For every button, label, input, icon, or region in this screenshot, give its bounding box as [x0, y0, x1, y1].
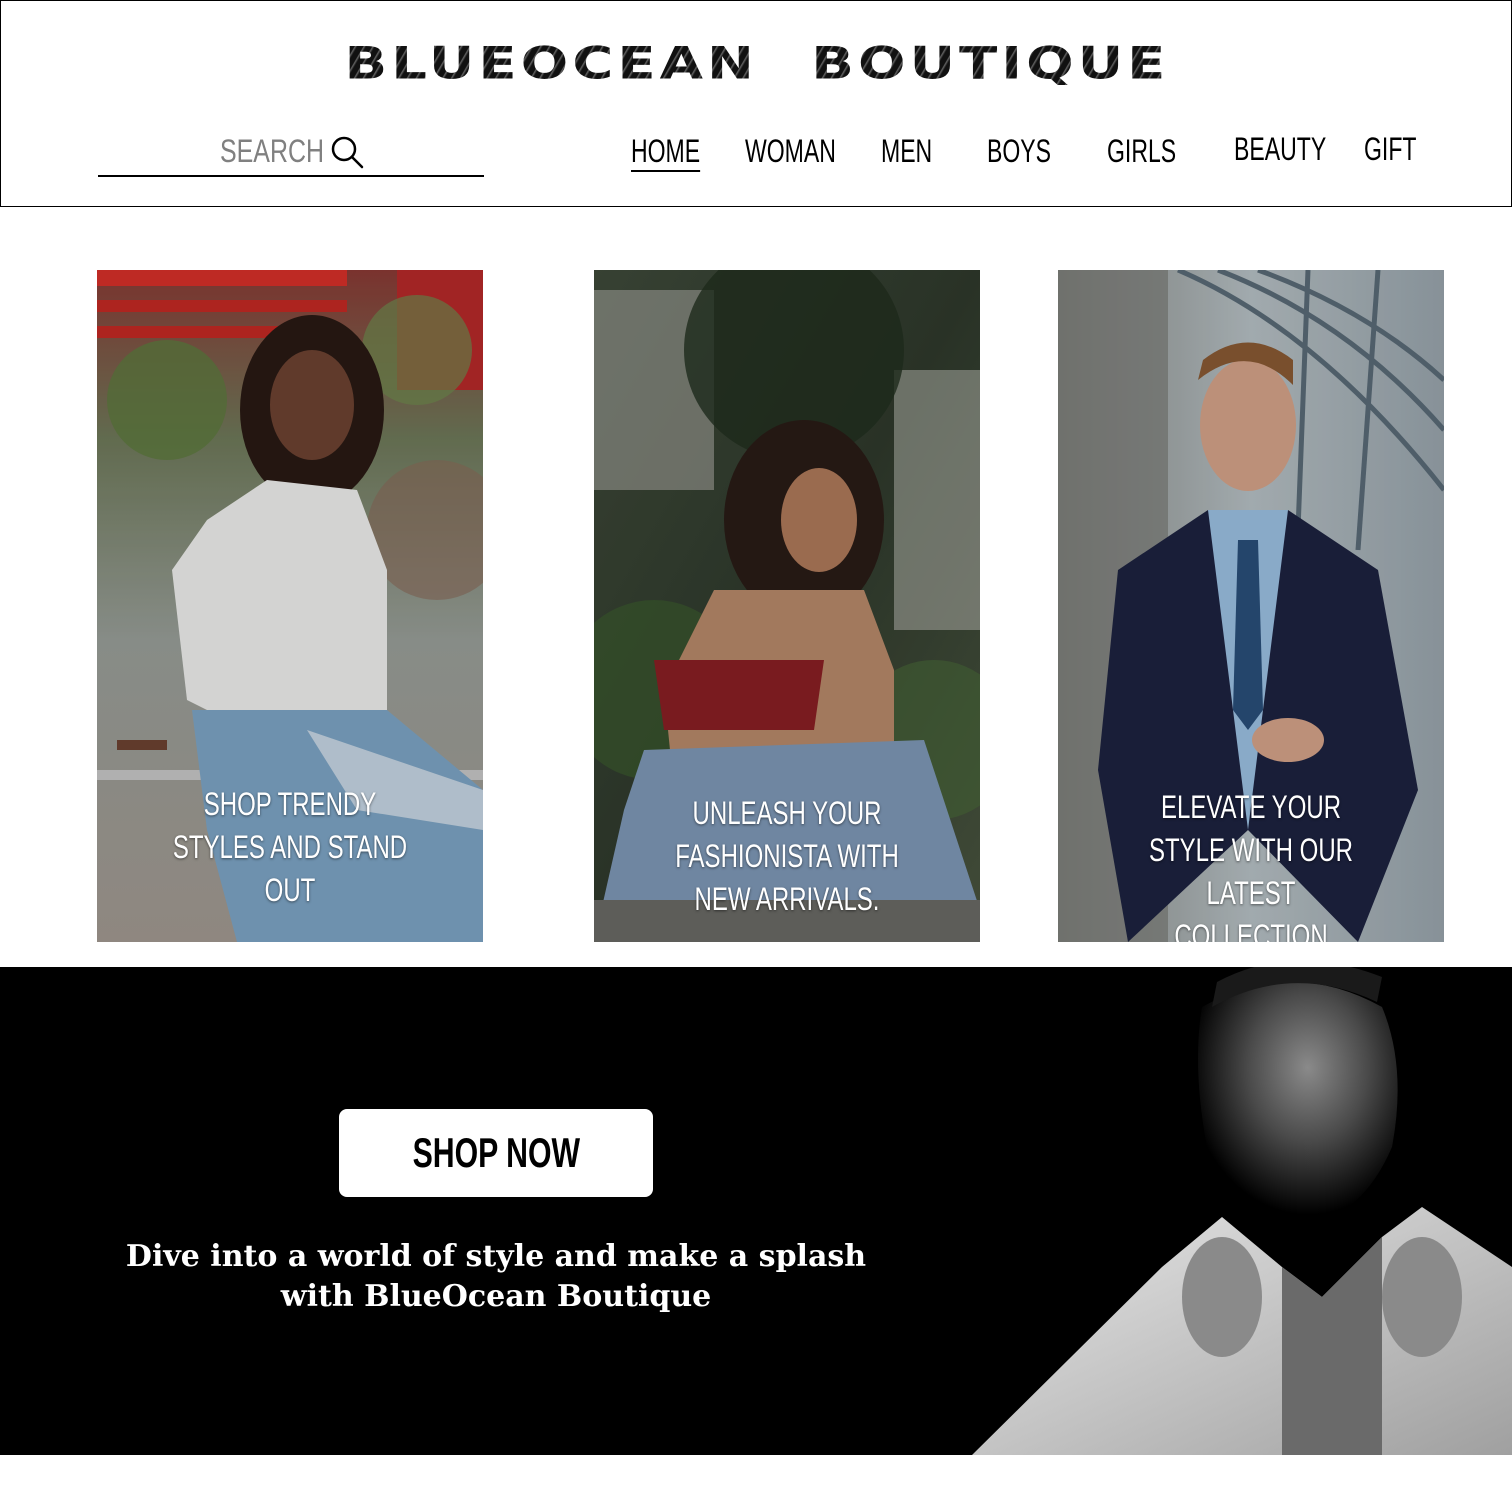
- main-nav: HOME WOMAN MEN BOYS GIRLS BEAUTY GIFT: [1, 131, 1512, 183]
- nav-home[interactable]: HOME: [631, 133, 701, 172]
- nav-woman[interactable]: WOMAN: [745, 133, 836, 170]
- promo-card-latest-collection[interactable]: ELEVATE YOUR STYLE WITH OUR LATEST COLLE…: [1058, 270, 1444, 942]
- man-portrait-photo: [862, 967, 1512, 1455]
- shop-now-button[interactable]: SHOP NOW: [339, 1109, 653, 1197]
- nav-gift[interactable]: GIFT: [1364, 131, 1416, 168]
- nav-boys[interactable]: BOYS: [987, 133, 1051, 170]
- brand-name[interactable]: BLUEOCEAN BOUTIQUE: [345, 38, 1170, 90]
- promo-card-new-arrivals[interactable]: UNLEASH YOUR FASHIONISTA WITH NEW ARRIVA…: [594, 270, 980, 942]
- banner-tagline: Dive into a world of style and make a sp…: [125, 1239, 867, 1314]
- promo-card-trendy[interactable]: SHOP TRENDY STYLES AND STAND OUT: [97, 270, 483, 942]
- card-caption: ELEVATE YOUR STYLE WITH OUR LATEST COLLE…: [1148, 789, 1353, 942]
- card-caption: UNLEASH YOUR FASHIONISTA WITH NEW ARRIVA…: [675, 795, 899, 917]
- site-header: BLUEOCEAN BOUTIQUE SEARCH HOME WOMAN MEN…: [0, 0, 1512, 207]
- nav-girls[interactable]: GIRLS: [1107, 133, 1176, 170]
- card-caption: SHOP TRENDY STYLES AND STAND OUT: [172, 786, 408, 908]
- brand-logo[interactable]: BLUEOCEAN BOUTIQUE: [1, 31, 1512, 96]
- nav-men[interactable]: MEN: [881, 133, 932, 170]
- hero-banner: SHOP NOW Dive into a world of style and …: [0, 967, 1512, 1455]
- nav-beauty[interactable]: BEAUTY: [1234, 131, 1326, 168]
